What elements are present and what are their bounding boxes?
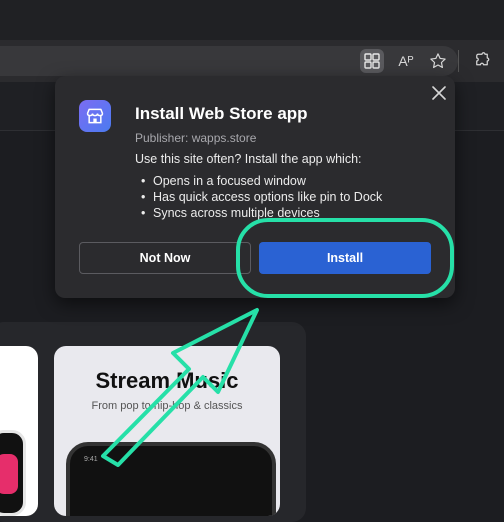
dialog-publisher: Publisher: wapps.store xyxy=(135,131,257,145)
stream-card-title: Stream Music xyxy=(95,368,239,393)
app-card-stream-music[interactable]: Stream Music From pop to hip-hop & class… xyxy=(54,346,280,516)
phone-time: 9:41 xyxy=(84,456,98,463)
stream-card-subtitle: From pop to hip-hop & classics xyxy=(91,400,243,412)
toolbar-separator xyxy=(458,50,459,72)
install-app-dialog: Install Web Store app Publisher: wapps.s… xyxy=(55,76,455,298)
feature-list: Opens in a focused window Has quick acce… xyxy=(135,173,382,221)
close-icon[interactable] xyxy=(429,84,449,104)
install-button[interactable]: Install xyxy=(259,242,431,274)
close-x-icon xyxy=(432,86,446,100)
tab-strip-edge xyxy=(0,0,504,41)
phone-mockup: 9:41 xyxy=(66,442,276,516)
feature-item: Opens in a focused window xyxy=(135,173,382,189)
read-aloud-icon[interactable]: Aᴾ xyxy=(394,49,418,73)
puzzle-piece-icon xyxy=(476,52,490,66)
apps-icon[interactable] xyxy=(360,49,384,73)
favorite-star-icon[interactable] xyxy=(426,49,450,73)
address-bar[interactable] xyxy=(0,46,458,76)
feature-item: Syncs across multiple devices xyxy=(135,205,382,221)
not-now-button[interactable]: Not Now xyxy=(79,242,251,274)
store-app-icon xyxy=(79,100,111,132)
dialog-title: Install Web Store app xyxy=(135,104,308,123)
phone-mockup-left-screen xyxy=(0,454,18,494)
apps-grid-icon xyxy=(364,53,380,69)
extensions-icon[interactable] xyxy=(470,49,494,73)
storefront-icon xyxy=(86,108,104,124)
feature-item: Has quick access options like pin to Doc… xyxy=(135,189,382,205)
star-outline-icon xyxy=(430,53,446,69)
dialog-question: Use this site often? Install the app whi… xyxy=(135,152,362,166)
